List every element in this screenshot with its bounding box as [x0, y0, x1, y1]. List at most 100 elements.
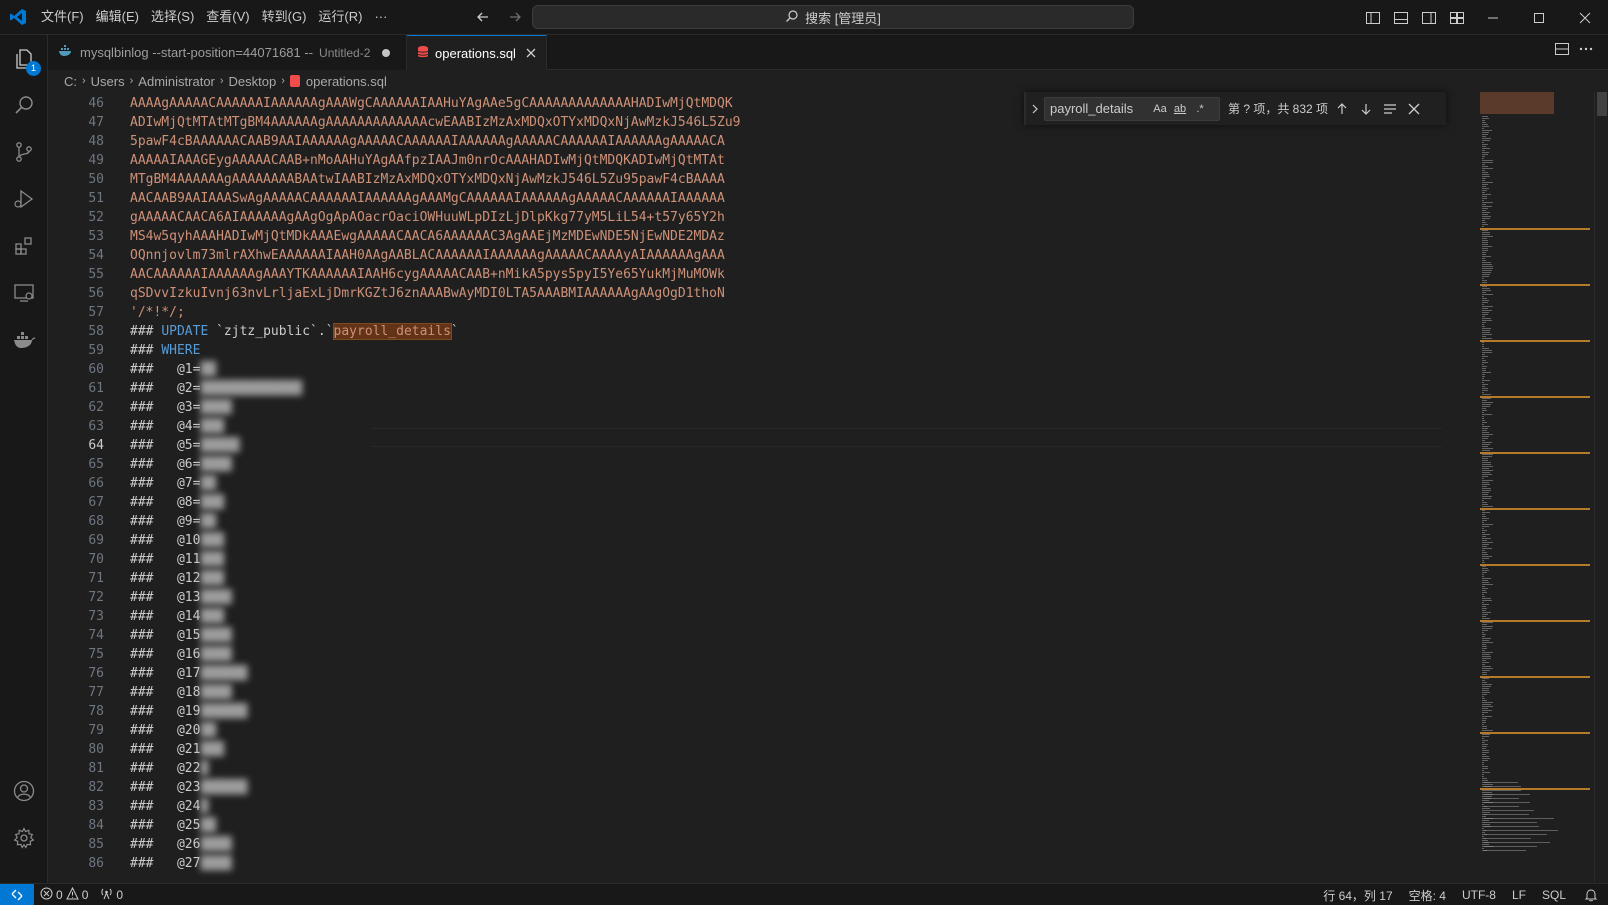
menu-more[interactable]: ···	[368, 5, 393, 29]
minimap-line	[1482, 366, 1487, 367]
close-find-icon[interactable]	[1402, 97, 1426, 121]
source-control-icon[interactable]	[0, 128, 48, 176]
ports-indicator[interactable]: 0	[94, 884, 129, 905]
breadcrumb-item[interactable]: C:	[64, 74, 77, 89]
scrollbar-thumb[interactable]	[1597, 92, 1607, 116]
param-label: @23	[176, 780, 201, 795]
extensions-icon[interactable]	[0, 222, 48, 270]
close-tab-icon[interactable]	[526, 45, 536, 61]
param-label: @3=	[176, 400, 201, 415]
code-content[interactable]: AAAAgAAAAACAAAAAAIAAAAAAgAAAWgCAAAAAAIAA…	[130, 92, 1430, 882]
run-and-debug-icon[interactable]	[0, 175, 48, 223]
minimap-line	[1482, 354, 1485, 355]
close-window-icon[interactable]	[1562, 0, 1608, 35]
minimap-line	[1482, 402, 1493, 403]
find-in-selection-icon[interactable]	[1378, 97, 1402, 121]
explorer-icon[interactable]: 1	[0, 35, 48, 83]
settings-gear-icon[interactable]	[0, 814, 48, 862]
toggle-primary-sidebar-icon[interactable]	[1362, 7, 1384, 29]
minimap-line	[1482, 216, 1491, 217]
remote-explorer-icon[interactable]	[0, 269, 48, 317]
breadcrumb-item[interactable]: Administrator	[138, 74, 215, 89]
use-regex-button[interactable]: .*	[1190, 99, 1210, 119]
split-editor-icon[interactable]	[1554, 41, 1570, 60]
customize-layout-icon[interactable]	[1446, 7, 1468, 29]
problems-indicator[interactable]: 0 0	[34, 884, 94, 905]
minimap-line	[1482, 562, 1485, 563]
previous-match-arrow-up-icon[interactable]	[1330, 97, 1354, 121]
menu-file[interactable]: 文件(F)	[35, 5, 90, 29]
minimap-line	[1482, 450, 1490, 451]
line-number: 84	[88, 818, 104, 833]
breadcrumb-item[interactable]: Users	[91, 74, 125, 89]
minimap-line	[1482, 800, 1489, 801]
minimap-line	[1482, 282, 1487, 283]
minimap-line	[1482, 566, 1486, 567]
minimap-line	[1482, 848, 1484, 849]
minimap-line	[1482, 356, 1488, 357]
match-case-button[interactable]: Aa	[1150, 99, 1170, 119]
minimap-line	[1482, 590, 1486, 591]
comment-prefix: ###	[130, 552, 177, 567]
minimap[interactable]	[1480, 92, 1594, 882]
maximize-icon[interactable]	[1516, 0, 1562, 35]
cursor-position[interactable]: 行 64，列 17	[1315, 884, 1400, 905]
param-label: @19	[176, 704, 201, 719]
forward-arrow-icon[interactable]	[504, 6, 526, 28]
command-center-search[interactable]: 搜索 [管理员]	[532, 5, 1134, 29]
minimap-line	[1482, 744, 1488, 745]
menu-edit[interactable]: 编辑(E)	[90, 5, 145, 29]
code-line: gAAAAACAACA6AIAAAAAAgAAgOgApAOacrOaciOWH…	[130, 210, 725, 225]
breadcrumb-item[interactable]: operations.sql	[306, 74, 387, 89]
find-input[interactable]	[1050, 101, 1150, 116]
chevron-right-icon: ›	[219, 75, 224, 87]
minimap-line	[1482, 364, 1484, 365]
tab-operations-sql[interactable]: operations.sql	[407, 35, 547, 70]
redacted-value: ███	[200, 419, 224, 434]
next-match-arrow-down-icon[interactable]	[1354, 97, 1378, 121]
toggle-secondary-sidebar-icon[interactable]	[1418, 7, 1440, 29]
menu-selection[interactable]: 选择(S)	[145, 5, 200, 29]
minimap-line	[1482, 602, 1484, 603]
search-view-icon[interactable]	[0, 81, 48, 129]
vertical-scrollbar[interactable]	[1594, 92, 1608, 882]
tab-mysqlbinlog[interactable]: mysqlbinlog --start-position=44071681 --…	[48, 35, 407, 70]
more-actions-icon[interactable]	[1578, 41, 1594, 60]
code-editor[interactable]: 46 47 48 49 50 51 52 53 54 55 56 57 58 59 60 61 62 63 64 65…	[48, 92, 1480, 882]
redacted-value: ██	[200, 362, 217, 377]
redacted-value: ██	[200, 476, 217, 491]
minimap-line	[1482, 342, 1484, 343]
minimap-render	[1480, 92, 1590, 851]
title-bar: 文件(F) 编辑(E) 选择(S) 查看(V) 转到(G) 运行(R) ··· …	[0, 0, 1608, 35]
encoding[interactable]: UTF-8	[1454, 884, 1504, 905]
back-arrow-icon[interactable]	[472, 6, 494, 28]
chevron-right-icon: ›	[281, 75, 285, 87]
minimap-line	[1482, 416, 1484, 417]
minimap-line	[1482, 242, 1488, 243]
minimap-line	[1484, 810, 1534, 811]
match-whole-word-button[interactable]: ab	[1170, 99, 1190, 119]
end-of-line[interactable]: LF	[1504, 884, 1534, 905]
breadcrumb-item[interactable]: Desktop	[229, 74, 277, 89]
remote-indicator-icon[interactable]	[0, 883, 34, 905]
toggle-replace-chevron-icon[interactable]	[1026, 92, 1044, 125]
indentation[interactable]: 空格: 4	[1401, 884, 1454, 905]
minimap-line	[1482, 662, 1489, 663]
docker-icon[interactable]	[0, 316, 48, 364]
minimize-icon[interactable]	[1470, 0, 1516, 35]
menu-go[interactable]: 转到(G)	[256, 5, 313, 29]
language-mode[interactable]: SQL	[1534, 884, 1574, 905]
menu-view[interactable]: 查看(V)	[200, 5, 255, 29]
comment-prefix: ###	[130, 533, 177, 548]
param-label: @5=	[176, 438, 201, 453]
notifications-bell-icon[interactable]	[1574, 884, 1608, 905]
unsaved-dot-icon[interactable]	[382, 48, 391, 57]
accounts-icon[interactable]	[0, 767, 48, 815]
param-label: @26	[176, 837, 201, 852]
minimap-line	[1482, 438, 1488, 439]
minimap-line	[1482, 468, 1489, 469]
menu-run[interactable]: 运行(R)	[312, 5, 368, 29]
toggle-panel-icon[interactable]	[1390, 7, 1412, 29]
minimap-line	[1482, 554, 1488, 555]
redacted-value: █████████████	[200, 381, 303, 396]
